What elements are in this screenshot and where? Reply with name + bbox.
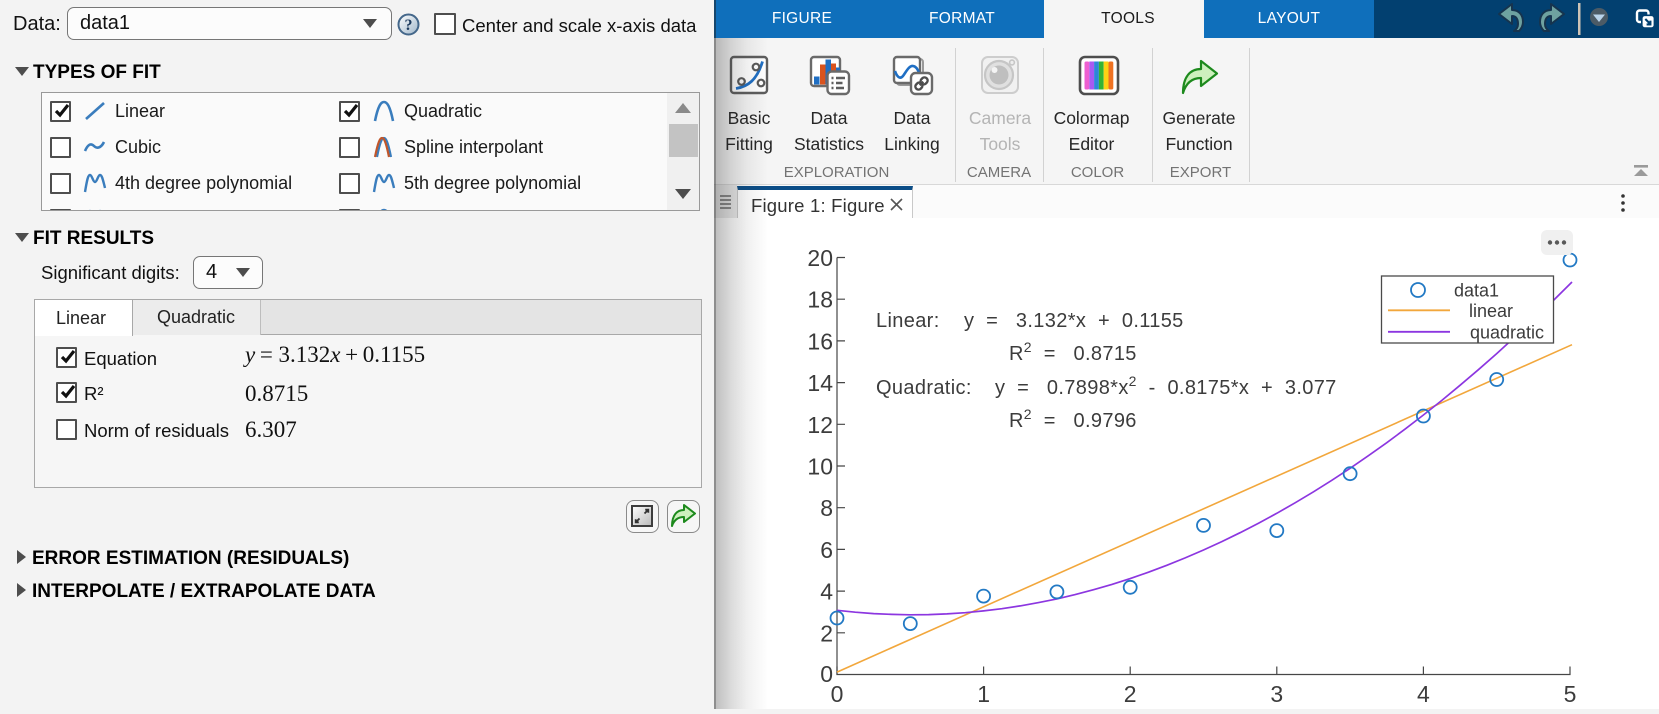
svg-text:Quadratic:: Quadratic:	[876, 377, 972, 399]
svg-text:1: 1	[977, 681, 990, 707]
svg-text:data1: data1	[1454, 281, 1499, 301]
svg-text:2: 2	[820, 620, 833, 646]
svg-text:Linear:: Linear:	[876, 310, 940, 332]
svg-text:0: 0	[831, 681, 844, 707]
svg-text:4: 4	[820, 579, 833, 605]
svg-text:?: ?	[405, 17, 413, 34]
svg-text:14: 14	[807, 370, 833, 396]
svg-text:16: 16	[807, 328, 833, 354]
svg-text:4: 4	[1417, 681, 1430, 707]
svg-text:y = 3.132*x + 0.1155: y = 3.132*x + 0.1155	[964, 310, 1184, 332]
svg-text:20: 20	[807, 245, 833, 271]
svg-text:18: 18	[807, 287, 833, 313]
svg-text:linear: linear	[1469, 301, 1513, 321]
svg-text:quadratic: quadratic	[1470, 323, 1544, 343]
svg-text:12: 12	[807, 412, 833, 438]
svg-text:2: 2	[1124, 681, 1137, 707]
svg-text:3: 3	[1270, 681, 1283, 707]
svg-text:8: 8	[820, 495, 833, 521]
svg-text:5: 5	[1564, 681, 1577, 707]
svg-text:10: 10	[807, 454, 833, 480]
svg-text:R2 = 0.9796: R2 = 0.9796	[1009, 406, 1137, 432]
svg-text:6: 6	[820, 537, 833, 563]
svg-text:y = 0.7898*x2 - 0.8175*x: y = 0.7898*x2 - 0.8175*x + 3.077	[995, 373, 1337, 399]
svg-text:R2 = 0.8715: R2 = 0.8715	[1009, 339, 1137, 365]
